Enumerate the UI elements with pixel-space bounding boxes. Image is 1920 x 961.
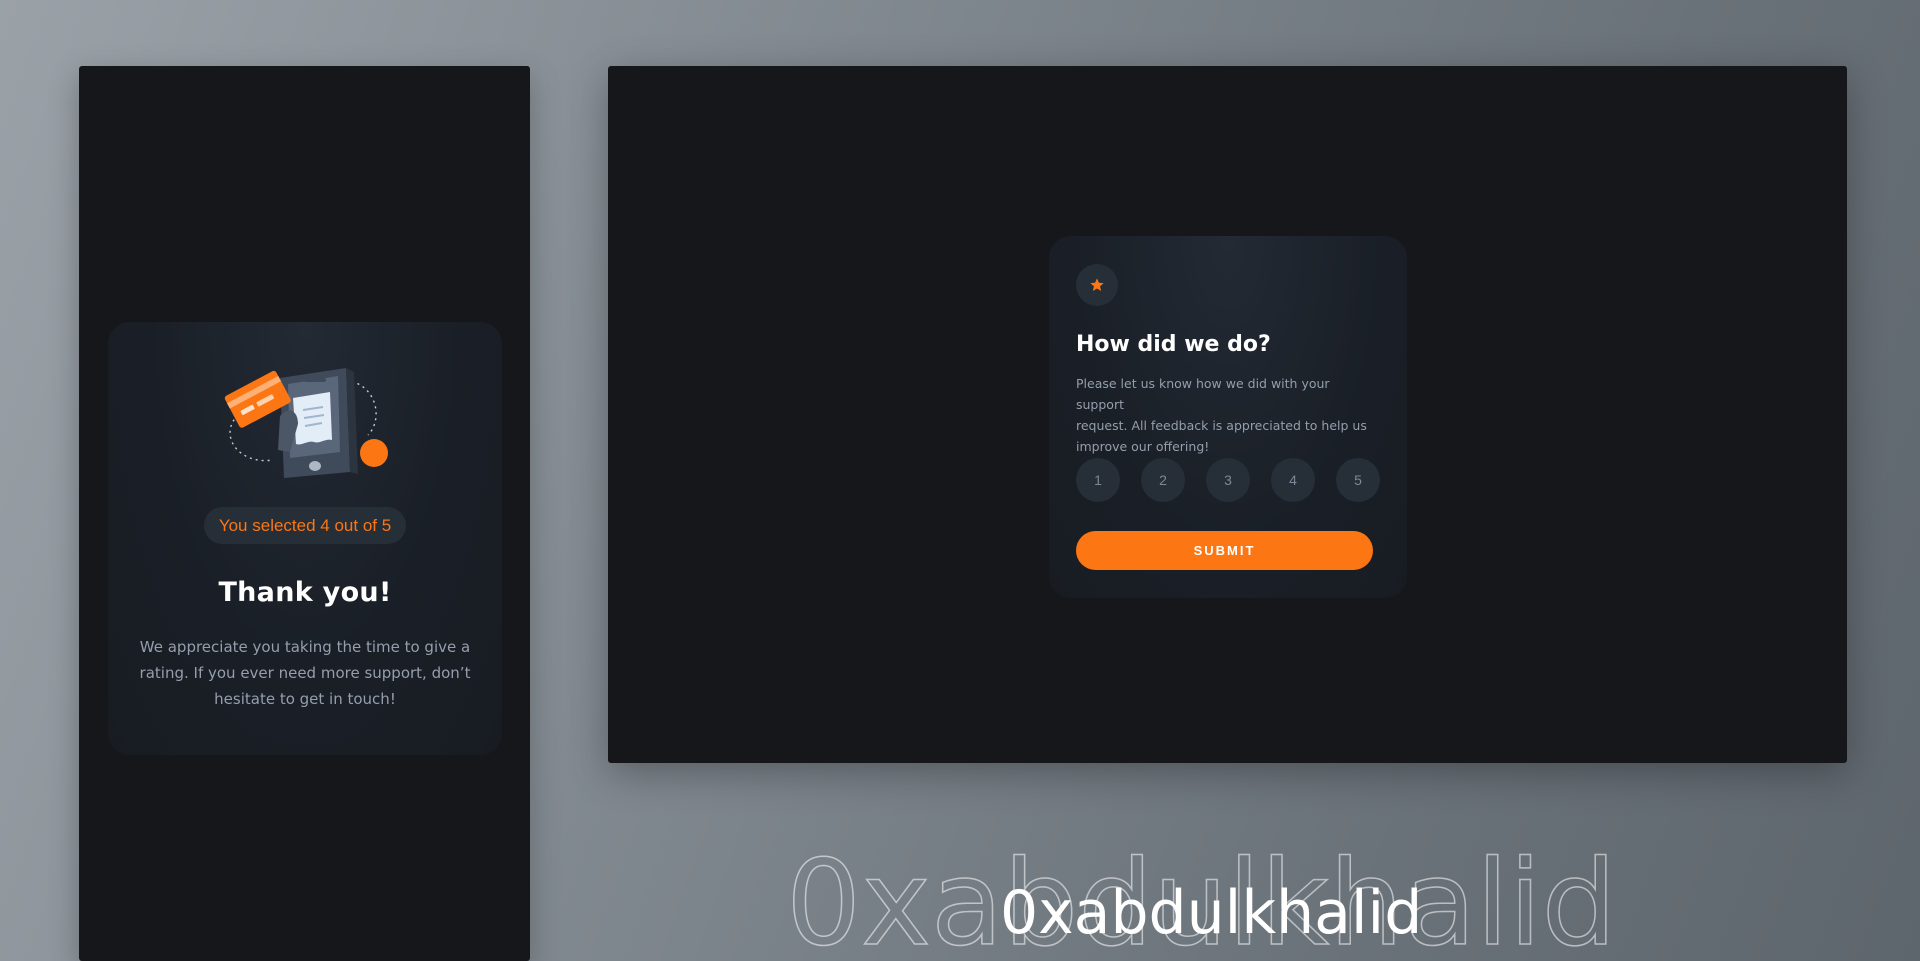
thank-you-message-line: We appreciate you taking the time to giv… — [139, 638, 471, 656]
payment-phone-illustration-icon — [224, 368, 388, 478]
rating-description-line: improve our offering! — [1076, 439, 1210, 454]
thank-you-card: You selected 4 out of 5 Thank you! We ap… — [108, 322, 502, 755]
rating-title: How did we do? — [1076, 332, 1271, 357]
thank-you-message-line: rating. If you ever need more support, d… — [139, 664, 471, 682]
rating-button-1[interactable]: 1 — [1076, 458, 1120, 502]
rating-card: How did we do? Please let us know how we… — [1049, 236, 1407, 598]
rating-options: 1 2 3 4 5 — [1076, 458, 1380, 502]
rating-button-3[interactable]: 3 — [1206, 458, 1250, 502]
star-icon — [1090, 278, 1104, 291]
thank-you-title: Thank you! — [218, 577, 392, 608]
rating-button-4[interactable]: 4 — [1271, 458, 1315, 502]
rating-button-2[interactable]: 2 — [1141, 458, 1185, 502]
submit-button[interactable]: SUBMIT — [1076, 531, 1373, 570]
rating-description-line: request. All feedback is appreciated to … — [1076, 418, 1367, 433]
rating-description-line: Please let us know how we did with your … — [1076, 376, 1330, 412]
selected-rating-badge: You selected 4 out of 5 — [204, 507, 406, 544]
thank-you-message-line: hesitate to get in touch! — [214, 690, 396, 708]
thank-you-message: We appreciate you taking the time to giv… — [136, 634, 474, 712]
rating-description: Please let us know how we did with your … — [1076, 373, 1376, 457]
desktop-preview-frame: How did we do? Please let us know how we… — [608, 66, 1847, 763]
star-badge — [1076, 264, 1118, 306]
watermark-text: 0xabdulkhalid — [1000, 878, 1423, 948]
mobile-preview-frame: You selected 4 out of 5 Thank you! We ap… — [79, 66, 530, 961]
rating-button-5[interactable]: 5 — [1336, 458, 1380, 502]
